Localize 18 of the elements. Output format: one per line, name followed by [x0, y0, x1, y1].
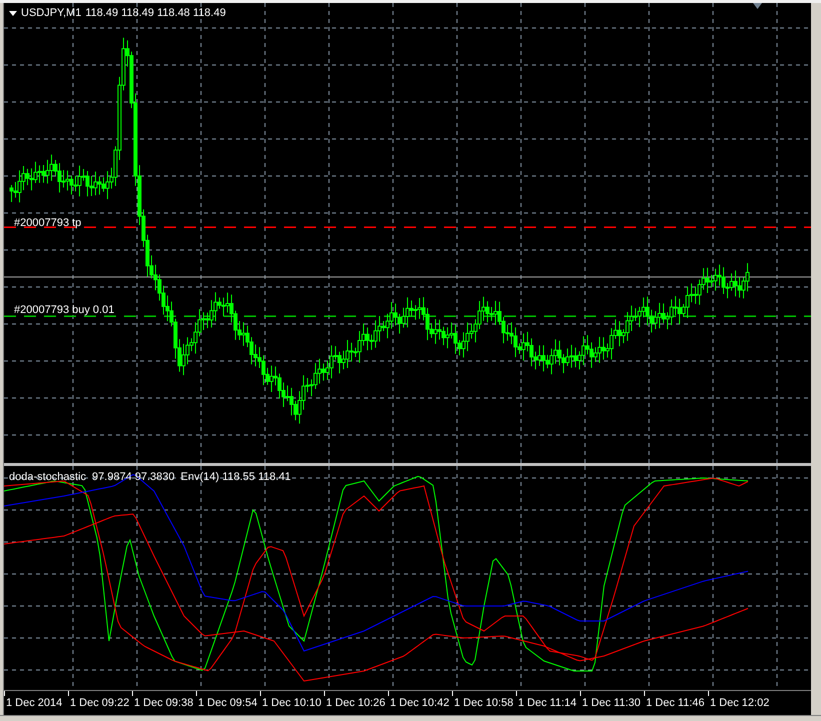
- time-label: 1 Dec 09:22: [69, 696, 130, 710]
- time-label: 1 Dec 09:38: [133, 696, 194, 710]
- time-label: 1 Dec 10:42: [389, 696, 450, 710]
- time-label: 1 Dec 12:02: [709, 696, 770, 710]
- order-label: #20007793 buy 0.01: [14, 303, 114, 318]
- time-label: 1 Dec 09:54: [197, 696, 258, 710]
- time-label: 1 Dec 11:14: [517, 696, 578, 710]
- time-label: 1 Dec 10:26: [325, 696, 386, 710]
- time-label: 1 Dec 2014: [5, 696, 64, 710]
- price-quotes: 118.49 118.49 118.48 118.49: [85, 6, 226, 21]
- time-label: 1 Dec 11:46: [645, 696, 706, 710]
- time-label: 1 Dec 11:30: [581, 696, 642, 710]
- indicator-name: doda-stochastic: [9, 470, 86, 485]
- time-label: 1 Dec 10:58: [453, 696, 514, 710]
- order-label: #20007793 tp: [14, 216, 82, 231]
- chart-title: USDJPY,M1: [21, 6, 82, 21]
- envelope-values: Env(14) 118.55 118.41: [180, 470, 291, 485]
- time-label: 1 Dec 10:10: [261, 696, 322, 710]
